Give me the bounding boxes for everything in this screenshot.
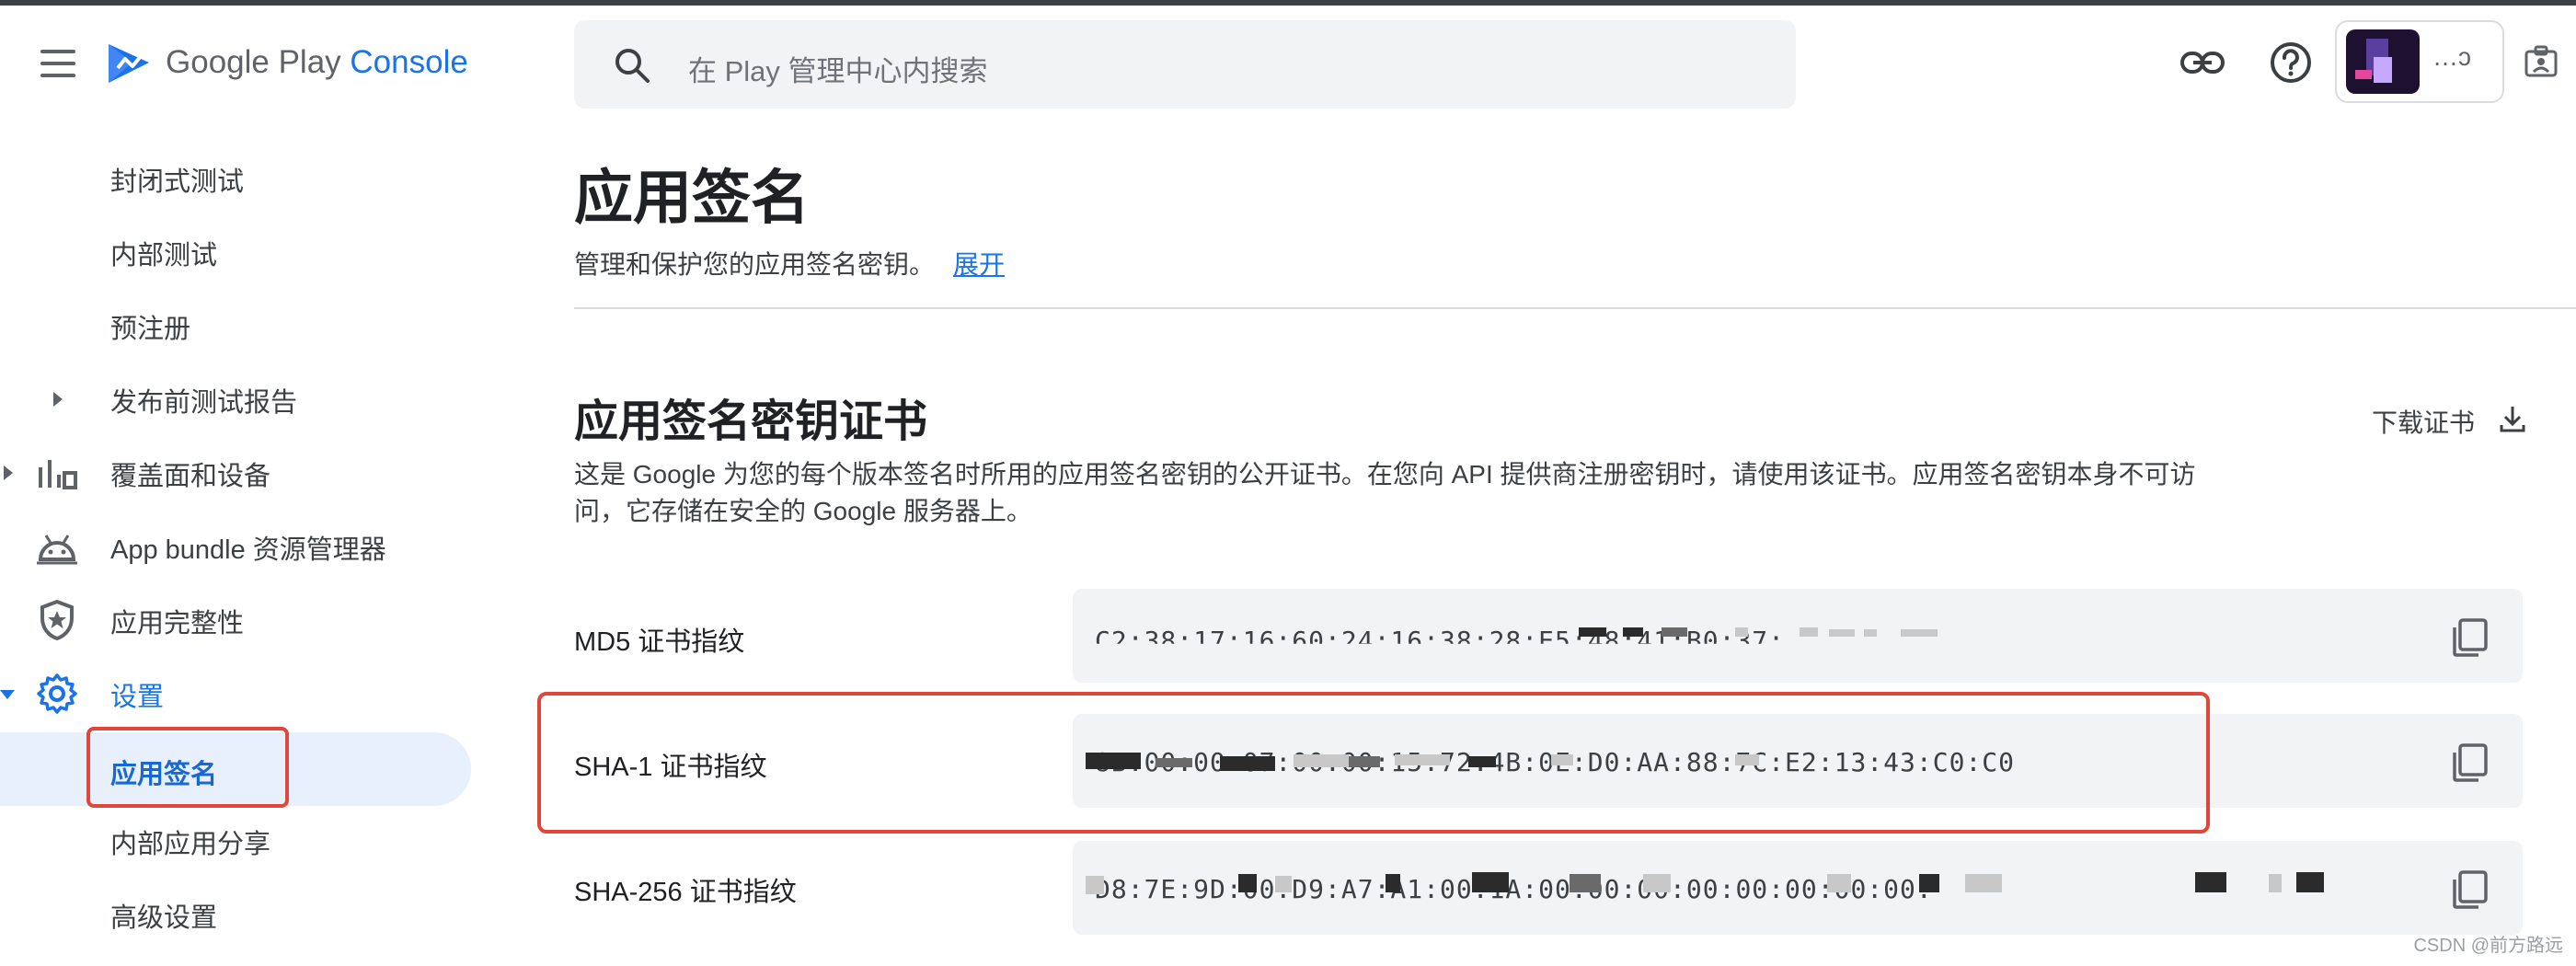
menu-icon[interactable] xyxy=(37,46,79,83)
sha256-fingerprint-value: D8:7E:9D:00:D9:A7:A1:00:1A:00:00:00:00:0… xyxy=(1095,874,1933,904)
search-icon xyxy=(615,49,650,83)
expand-link[interactable]: 展开 xyxy=(953,250,1005,279)
sidebar-item-label: 发布前测试报告 xyxy=(110,388,298,418)
sidebar-item-closed-testing[interactable]: 封闭式测试 xyxy=(0,149,478,208)
logo-text-console: Console xyxy=(350,44,468,80)
sidebar-item-label: 内部测试 xyxy=(110,241,218,270)
link-icon[interactable] xyxy=(2177,37,2228,88)
download-label: 下载证书 xyxy=(2372,408,2476,437)
sidebar-item-label: 预注册 xyxy=(110,315,191,344)
search-input[interactable]: 在 Play 管理中心内搜索 xyxy=(688,48,988,89)
sidebar-item-app-bundle-explorer[interactable]: App bundle 资源管理器 xyxy=(0,517,478,576)
browser-top-strip xyxy=(0,0,2576,6)
sidebar-item-label: 应用完整性 xyxy=(110,609,245,638)
sidebar-item-internal-app-sharing[interactable]: 内部应用分享 xyxy=(0,811,478,870)
watermark: CSDN @前方路远 xyxy=(2413,936,2563,956)
copy-icon[interactable] xyxy=(2449,742,2490,784)
sidebar-item-label: App bundle 资源管理器 xyxy=(110,535,386,565)
page-subtitle-text: 管理和保护您的应用签名密钥。 xyxy=(574,250,936,279)
caret-down-icon[interactable] xyxy=(0,690,15,699)
highlight-box-sha1 xyxy=(537,692,2210,834)
sidebar-item-advanced-settings[interactable]: 高级设置 xyxy=(0,885,478,944)
section-description: 这是 Google 为您的每个版本签名时所用的应用签名密钥的公开证书。在您向 A… xyxy=(574,460,2196,525)
search-bar[interactable]: 在 Play 管理中心内搜索 xyxy=(574,20,1796,109)
sha256-fingerprint-field[interactable]: D8:7E:9D:00:D9:A7:A1:00:1A:00:00:00:00:0… xyxy=(1073,841,2523,935)
play-console-logo[interactable] xyxy=(105,40,153,86)
md5-label: MD5 证书指纹 xyxy=(574,627,745,657)
sidebar-item-label: 封闭式测试 xyxy=(110,167,245,197)
help-icon[interactable] xyxy=(2265,37,2317,88)
sidebar-item-label: 覆盖面和设备 xyxy=(110,462,271,491)
download-certificate-button[interactable]: 下载证书 xyxy=(2372,403,2525,440)
sidebar-item-pre-launch-report[interactable]: 发布前测试报告 xyxy=(0,370,478,429)
sidebar-item-internal-testing[interactable]: 内部测试 xyxy=(0,223,478,282)
sidebar-item-label: 设置 xyxy=(110,683,165,712)
avatar xyxy=(2346,29,2420,94)
account-label: …ɔ xyxy=(2432,42,2471,71)
sidebar-item-label: 高级设置 xyxy=(110,903,218,933)
page-subtitle: 管理和保护您的应用签名密钥。 展开 xyxy=(574,245,1005,282)
caret-right-icon[interactable] xyxy=(4,466,13,480)
sidebar-item-settings[interactable]: 设置 xyxy=(0,664,478,723)
account-switch-icon[interactable] xyxy=(2521,42,2561,83)
section-title: 应用签名密钥证书 xyxy=(574,397,928,446)
sidebar-item-reach-and-devices[interactable]: 覆盖面和设备 xyxy=(0,443,478,502)
sidebar-item-app-integrity[interactable]: 应用完整性 xyxy=(0,591,478,650)
sha256-label: SHA-256 证书指纹 xyxy=(574,878,797,907)
account-switcher[interactable]: …ɔ xyxy=(2335,20,2504,103)
play-console-wordmark[interactable]: Google Play Console xyxy=(166,44,468,81)
sidebar-item-label: 内部应用分享 xyxy=(110,830,271,859)
highlight-box-sidebar xyxy=(86,727,289,808)
sidebar-item-pre-registration[interactable]: 预注册 xyxy=(0,296,478,355)
shield-icon xyxy=(40,599,74,641)
download-icon xyxy=(2500,407,2525,432)
stats-icon xyxy=(39,460,77,489)
md5-fingerprint-field[interactable]: C2:38:17:16:60:24:16:38:28:E5:48:41:B0:3… xyxy=(1073,589,2523,683)
copy-icon[interactable] xyxy=(2449,868,2490,911)
caret-right-icon[interactable] xyxy=(53,392,63,407)
android-icon xyxy=(37,535,77,565)
divider xyxy=(574,307,2576,309)
copy-icon[interactable] xyxy=(2449,616,2490,659)
page-title: 应用签名 xyxy=(574,165,810,231)
gear-icon xyxy=(37,673,77,714)
logo-text-google-play: Google Play xyxy=(166,44,351,80)
